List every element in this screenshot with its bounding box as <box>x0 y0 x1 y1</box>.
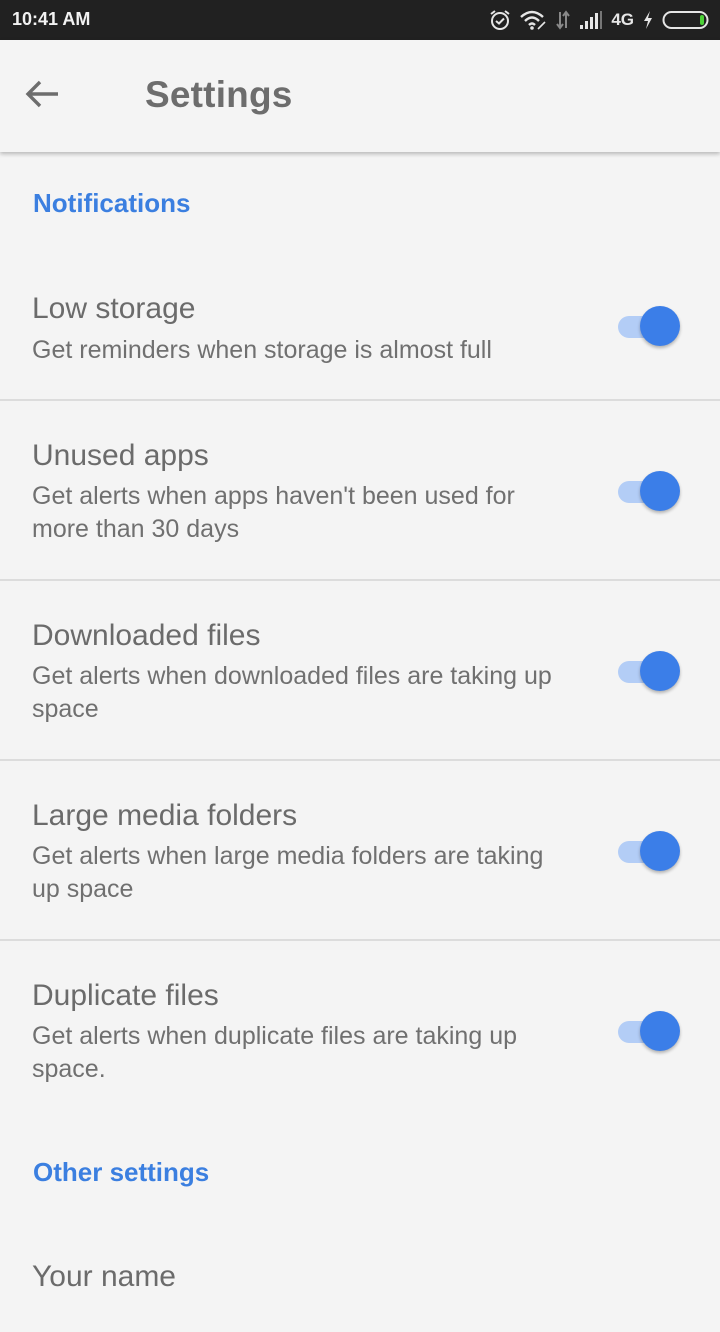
setting-subtitle: Get reminders when storage is almost ful… <box>32 336 492 364</box>
back-button[interactable] <box>24 70 88 122</box>
toggle-thumb <box>640 831 680 871</box>
setting-subtitle: Get alerts when large media folders are … <box>32 842 544 903</box>
setting-subtitle: Get alerts when downloaded files are tak… <box>32 662 552 723</box>
setting-title: Unused apps <box>32 439 209 472</box>
setting-row-large-media-folders[interactable]: Large media folders Get alerts when larg… <box>0 761 720 939</box>
section-header-notifications: Notifications <box>33 188 191 218</box>
toggle-low-storage[interactable] <box>616 306 682 346</box>
arrow-left-icon <box>24 79 60 114</box>
setting-row-your-name[interactable]: Your name <box>0 1232 720 1332</box>
setting-row-unused-apps[interactable]: Unused apps Get alerts when apps haven't… <box>0 401 720 579</box>
setting-title: Your name <box>32 1260 176 1293</box>
toggle-thumb <box>640 1011 680 1051</box>
charging-icon <box>642 10 654 30</box>
status-bar: 10:41 AM 4G <box>0 0 720 40</box>
status-icons: 4G <box>489 6 710 34</box>
toggle-thumb <box>640 471 680 511</box>
signal-icon <box>579 10 603 30</box>
page-title: Settings <box>145 74 293 115</box>
setting-row-low-storage[interactable]: Low storage Get reminders when storage i… <box>0 272 720 400</box>
app-bar: Settings <box>0 40 720 152</box>
toggle-large-media-folders[interactable] <box>616 831 682 871</box>
network-type: 4G <box>611 10 634 29</box>
battery-icon <box>662 9 710 31</box>
setting-row-duplicate-files[interactable]: Duplicate files Get alerts when duplicat… <box>0 941 720 1119</box>
setting-title: Large media folders <box>32 799 298 832</box>
setting-title: Duplicate files <box>32 979 219 1012</box>
toggle-thumb <box>640 306 680 346</box>
setting-title: Low storage <box>32 292 196 325</box>
setting-title: Downloaded files <box>32 619 261 652</box>
toggle-duplicate-files[interactable] <box>616 1011 682 1051</box>
setting-subtitle: Get alerts when duplicate files are taki… <box>32 1022 517 1083</box>
alarm-icon <box>489 9 511 31</box>
section-header-other-settings: Other settings <box>33 1157 210 1187</box>
status-time: 10:41 AM <box>12 9 91 29</box>
wifi-icon <box>519 9 547 31</box>
setting-row-downloaded-files[interactable]: Downloaded files Get alerts when downloa… <box>0 581 720 759</box>
setting-subtitle: Get alerts when apps haven't been used f… <box>32 482 515 543</box>
toggle-unused-apps[interactable] <box>616 471 682 511</box>
toggle-thumb <box>640 651 680 691</box>
toggle-downloaded-files[interactable] <box>616 651 682 691</box>
data-transfer-icon <box>555 9 571 31</box>
